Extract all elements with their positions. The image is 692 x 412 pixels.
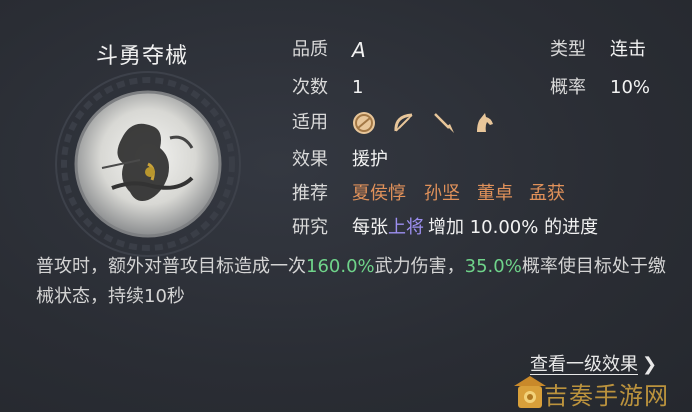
skill-emblem [52, 68, 244, 260]
watermark-logo-icon [514, 376, 546, 408]
watermark-text: 吉奏手游网 [544, 382, 669, 410]
quality-label: 品质 [292, 39, 328, 60]
horse-icon [471, 110, 497, 136]
research-suffix: 增加 10.00% 的进度 [428, 217, 599, 238]
skill-detail-panel: 斗勇夺械 品质 A 类型 连击 次数 1 概率 10% 适用 效果 援护 推荐 … [0, 0, 692, 412]
bow-icon [391, 110, 417, 136]
research-text: 每张上将 增加 10.00% 的进度 [352, 215, 598, 241]
desc-part1: 普攻时，额外对普攻目标造成一次 [36, 256, 306, 277]
rate-label: 概率 [550, 77, 586, 98]
desc-damage-value: 160.0% [306, 256, 375, 277]
recommend-hero[interactable]: 孟获 [529, 181, 565, 207]
type-value: 连击 [610, 39, 646, 60]
type-label: 类型 [550, 39, 586, 60]
effect-label: 效果 [292, 149, 328, 170]
research-highlight: 上将 [388, 217, 424, 238]
apply-label: 适用 [292, 112, 328, 133]
shield-icon [351, 110, 377, 136]
count-value: 1 [352, 77, 364, 98]
recommend-hero[interactable]: 夏侯惇 [352, 181, 406, 207]
recommend-hero[interactable]: 董卓 [477, 181, 513, 207]
count-label: 次数 [292, 77, 328, 98]
site-watermark: 吉奏手游网 [508, 372, 692, 412]
spear-icon [431, 110, 457, 136]
desc-part2: 武力伤害， [374, 256, 465, 277]
rate-value: 10% [610, 77, 651, 98]
research-label: 研究 [292, 217, 328, 238]
research-prefix: 每张 [352, 217, 388, 238]
apply-icons [351, 109, 497, 137]
skill-title: 斗勇夺械 [96, 44, 189, 69]
skill-description: 普攻时，额外对普攻目标造成一次160.0%武力伤害，35.0%概率使目标处于缴械… [36, 252, 666, 312]
effect-value: 援护 [352, 149, 388, 170]
recommend-label: 推荐 [292, 183, 328, 204]
desc-probability-value: 35.0% [464, 256, 522, 277]
recommend-hero[interactable]: 孙坚 [424, 181, 460, 207]
quality-value: A [352, 38, 366, 62]
